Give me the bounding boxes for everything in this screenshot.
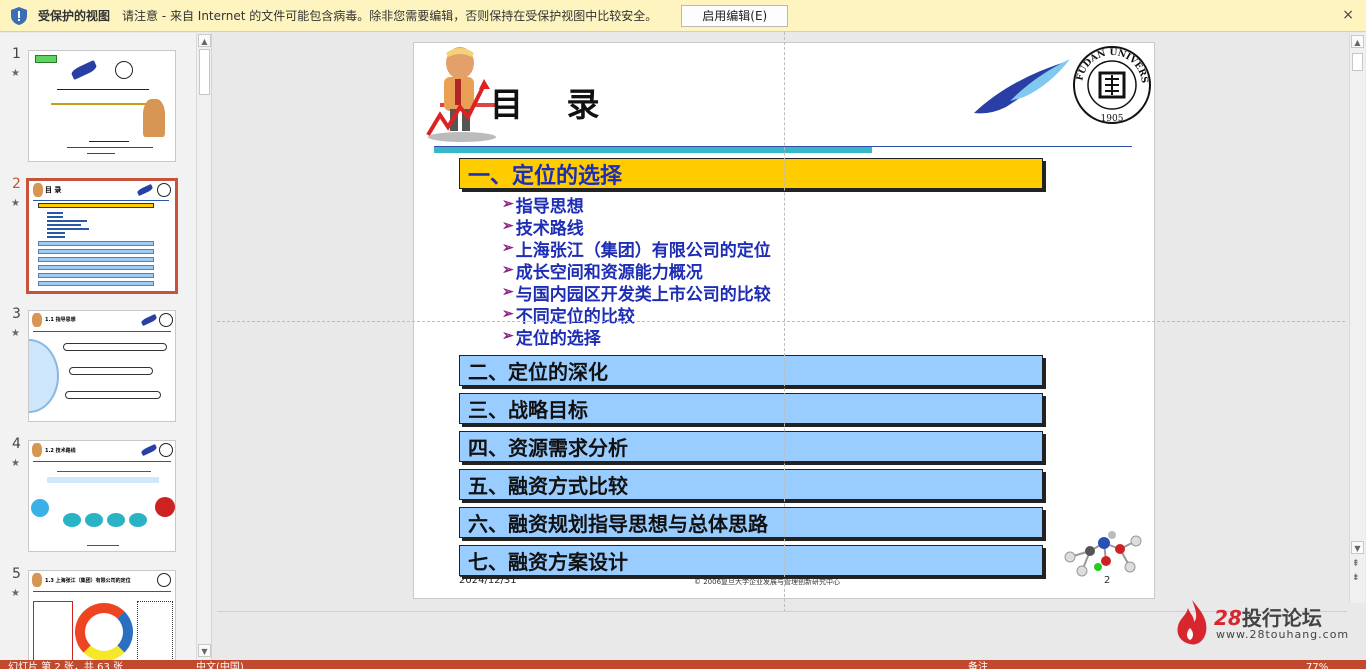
protected-view-title: 受保护的视图 — [38, 9, 111, 23]
scroll-up-icon[interactable]: ▲ — [198, 34, 211, 47]
thumbnail-title: 1.3 上海张江（集团）有限公司的定位 — [45, 578, 131, 584]
star-icon: ★ — [11, 588, 20, 599]
previous-slide-icon[interactable]: ⇞ — [1352, 559, 1360, 569]
thumbnail-preview: 目 录 — [26, 178, 178, 294]
thumbnails-scrollbar[interactable]: ▲ ▼ — [196, 33, 211, 660]
slide-counter: 幻灯片 第 2 张，共 63 张 — [8, 662, 123, 669]
watermark-brand: 28投行论坛 — [1214, 606, 1322, 630]
thumbnail-title: 1.1 指导思想 — [45, 317, 76, 323]
vertical-guide[interactable] — [784, 32, 785, 612]
status-bar: 幻灯片 第 2 张，共 63 张 中文(中国) 备注 77% — [0, 660, 1366, 669]
notes-button[interactable]: 备注 — [968, 660, 988, 669]
thumbnail-preview: 1.1 指导思想 — [28, 310, 176, 422]
star-icon: ★ — [11, 68, 20, 79]
section-4[interactable]: 四、资源需求分析 — [459, 431, 1043, 462]
slide-thumbnail-1[interactable]: 1 ★ — [0, 46, 196, 170]
section-1-active[interactable]: 一、定位的选择 — [459, 158, 1043, 189]
slide-thumbnail-5[interactable]: 5 ★ 1.3 上海张江（集团）有限公司的定位 — [0, 566, 196, 660]
scroll-down-icon[interactable]: ▼ — [198, 644, 211, 657]
subsection-item[interactable]: ➢ 上海张江（集团）有限公司的定位 — [502, 237, 771, 261]
arrow-bullet-icon: ➢ — [502, 218, 514, 234]
section-7[interactable]: 七、融资方案设计 — [459, 545, 1043, 576]
arrow-bullet-icon: ➢ — [502, 328, 514, 344]
slide-page-number: 2 — [1104, 575, 1111, 586]
next-slide-icon[interactable]: ⇟ — [1352, 573, 1360, 583]
thumbnail-preview — [28, 50, 176, 162]
scroll-down-icon[interactable]: ▼ — [1351, 541, 1364, 554]
subsection-item[interactable]: ➢ 指导思想 — [502, 193, 771, 217]
thumbnail-title: 目 录 — [45, 186, 62, 194]
flame-logo-icon — [1177, 600, 1207, 645]
protected-view-bar: 受保护的视图 请注意 - 来自 Internet 的文件可能包含病毒。除非您需要… — [0, 0, 1366, 32]
section-2[interactable]: 二、定位的深化 — [459, 355, 1043, 386]
section-5[interactable]: 五、融资方式比较 — [459, 469, 1043, 500]
section-6[interactable]: 六、融资规划指导思想与总体思路 — [459, 507, 1043, 538]
subsection-item[interactable]: ➢ 成长空间和资源能力概况 — [502, 259, 771, 283]
arrow-bullet-icon: ➢ — [502, 196, 514, 212]
fudan-university-seal-icon: FUDAN UNIVERSITY 1905 — [1072, 45, 1151, 124]
slide-scrollbar[interactable]: ▲ ▼ ⇞ ⇟ — [1349, 33, 1365, 603]
shield-icon — [11, 6, 27, 25]
star-icon: ★ — [11, 458, 20, 469]
subsection-item[interactable]: ➢ 与国内园区开发类上市公司的比较 — [502, 281, 771, 305]
close-icon[interactable]: × — [1342, 7, 1354, 23]
subsection-list: ➢ 指导思想 ➢ 技术路线 ➢ 上海张江（集团）有限公司的定位 ➢ 成长空间和资源能力概… — [502, 193, 771, 349]
thumbnail-preview: 1.3 上海张江（集团）有限公司的定位 — [28, 570, 176, 660]
slide-thumbnail-2[interactable]: 2 ★ 目 录 — [0, 176, 196, 300]
slide-thumbnail-3[interactable]: 3 ★ 1.1 指导思想 — [0, 306, 196, 430]
scroll-up-icon[interactable]: ▲ — [1351, 35, 1364, 48]
scrollbar-thumb[interactable] — [1352, 53, 1363, 71]
footer-copyright: © 2006复旦大学企业发展与管理创新研究中心 — [694, 578, 841, 586]
slide-thumbnails-pane: 1 ★ 2 ★ 目 录 3 ★ 1.1 指导思想 4 ★ 1.2 技术路线 5 … — [0, 33, 212, 660]
businessman-clipart-icon — [426, 47, 496, 142]
watermark: 28投行论坛 www.28touhang.com — [1172, 598, 1352, 648]
subsection-item[interactable]: ➢ 定位的选择 — [502, 325, 771, 349]
footer-date: 2024/12/31 — [459, 575, 517, 586]
language-indicator[interactable]: 中文(中国) — [196, 660, 244, 669]
thumbnail-preview: 1.2 技术路线 — [28, 440, 176, 552]
thumbnail-title: 1.2 技术路线 — [45, 448, 76, 454]
thumbnail-number: 2 — [12, 176, 21, 192]
arrow-bullet-icon: ➢ — [502, 284, 514, 300]
protected-view-message: 请注意 - 来自 Internet 的文件可能包含病毒。除非您需要编辑，否则保持… — [122, 9, 658, 23]
slide-thumbnail-4[interactable]: 4 ★ 1.2 技术路线 — [0, 436, 196, 560]
zoom-level[interactable]: 77% — [1306, 660, 1328, 669]
comet-logo-icon — [974, 59, 1070, 114]
thumbnail-number: 5 — [12, 566, 21, 582]
thumbnail-number: 4 — [12, 436, 21, 452]
slide-title: 目 录 — [490, 85, 616, 124]
subsection-item[interactable]: ➢ 技术路线 — [502, 215, 771, 239]
enable-editing-button[interactable]: 启用编辑(E) — [681, 4, 789, 27]
star-icon: ★ — [11, 328, 20, 339]
section-3[interactable]: 三、战略目标 — [459, 393, 1043, 424]
thumbnail-number: 1 — [12, 46, 21, 62]
arrow-bullet-icon: ➢ — [502, 240, 514, 256]
horizontal-guide[interactable] — [217, 321, 1345, 322]
star-icon: ★ — [11, 198, 20, 209]
seal-year: 1905 — [1101, 114, 1124, 124]
arrow-bullet-icon: ➢ — [502, 306, 514, 322]
watermark-url: www.28touhang.com — [1216, 628, 1350, 641]
thumbnail-number: 3 — [12, 306, 21, 322]
arrow-bullet-icon: ➢ — [502, 262, 514, 278]
scrollbar-thumb[interactable] — [199, 49, 210, 95]
title-accent-bar — [434, 147, 872, 153]
